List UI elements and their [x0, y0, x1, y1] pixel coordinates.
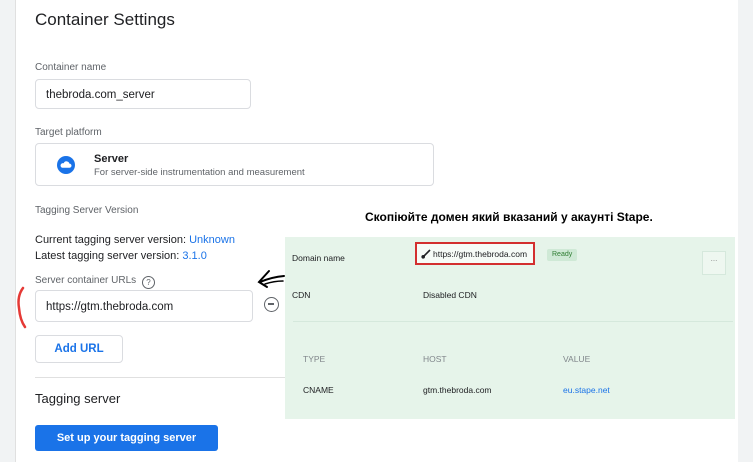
domain-name-label: Domain name	[292, 253, 345, 263]
cell-type: CNAME	[303, 385, 334, 395]
col-header-host: HOST	[423, 354, 447, 364]
page-title: Container Settings	[35, 10, 175, 29]
stape-domain-value: https://gtm.thebroda.com	[433, 249, 528, 259]
current-version-link[interactable]: Unknown	[189, 234, 235, 246]
latest-version-link[interactable]: 3.1.0	[182, 250, 206, 262]
current-version-row: Current tagging server version: Unknown	[35, 234, 235, 246]
tagging-version-label: Tagging Server Version	[35, 205, 139, 216]
platform-name: Server	[94, 153, 129, 165]
arrow-annotation	[257, 270, 285, 288]
col-header-value: VALUE	[563, 354, 591, 364]
cdn-label: CDN	[292, 290, 311, 300]
server-url-input[interactable]: https://gtm.thebroda.com	[35, 290, 253, 322]
target-platform-label: Target platform	[35, 127, 102, 138]
current-version-label: Current tagging server version:	[35, 234, 187, 246]
platform-description: For server-side instrumentation and meas…	[94, 167, 305, 178]
link-icon	[421, 249, 431, 259]
setup-tagging-server-button[interactable]: Set up your tagging server	[35, 425, 218, 451]
red-bracket-annotation	[17, 286, 27, 329]
latest-version-row: Latest tagging server version: 3.1.0	[35, 250, 207, 262]
col-header-type: TYPE	[303, 354, 326, 364]
tagging-server-heading: Tagging server	[35, 391, 121, 406]
status-badge: Ready	[547, 249, 578, 261]
more-options-button[interactable]: ...	[702, 251, 726, 275]
target-platform-card[interactable]: Server For server-side instrumentation a…	[35, 143, 434, 186]
container-name-label: Container name	[35, 62, 107, 73]
cdn-value: Disabled CDN	[423, 290, 477, 300]
cell-value-link[interactable]: eu.stape.net	[563, 385, 610, 395]
cloud-icon	[57, 156, 75, 174]
domain-highlight-box[interactable]: https://gtm.thebroda.com	[415, 242, 535, 265]
annotation-note: Скопіюйте домен який вказаний у акаунті …	[365, 210, 653, 224]
table-divider	[293, 321, 733, 322]
cell-host: gtm.thebroda.com	[423, 385, 492, 395]
help-icon[interactable]: ?	[142, 276, 155, 289]
add-url-button[interactable]: Add URL	[35, 335, 123, 363]
remove-circle-icon[interactable]	[264, 297, 279, 312]
latest-version-label: Latest tagging server version:	[35, 250, 180, 262]
server-urls-label: Server container URLs	[35, 275, 137, 286]
container-name-input[interactable]: thebroda.com_server	[35, 79, 251, 109]
stape-domain-panel: Domain name https://gtm.thebroda.com Rea…	[285, 237, 735, 419]
section-divider	[35, 377, 285, 378]
